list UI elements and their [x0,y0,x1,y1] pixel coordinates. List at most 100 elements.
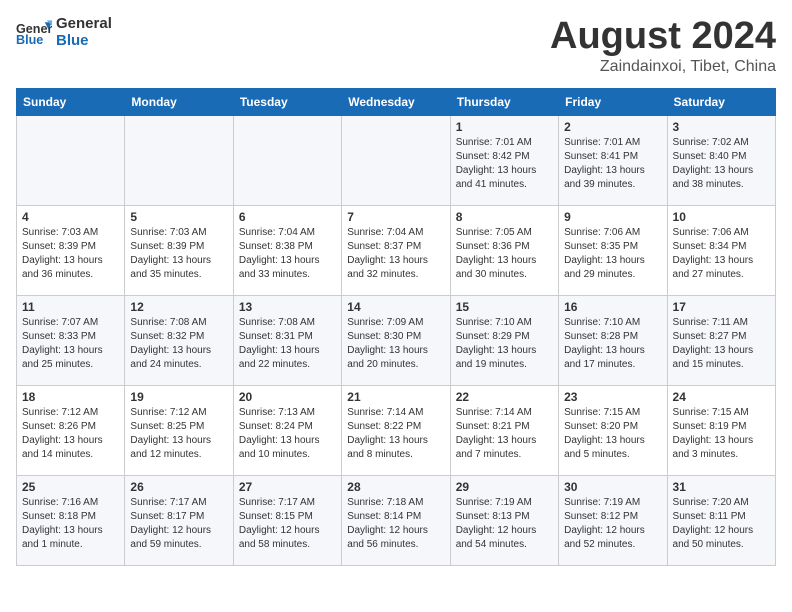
day-info: Sunrise: 7:05 AM Sunset: 8:36 PM Dayligh… [456,226,553,282]
day-info: Sunrise: 7:17 AM Sunset: 8:15 PM Dayligh… [239,496,336,552]
day-number: 16 [564,300,661,314]
calendar-cell: 27Sunrise: 7:17 AM Sunset: 8:15 PM Dayli… [233,475,341,565]
day-number: 24 [673,390,770,404]
day-info: Sunrise: 7:10 AM Sunset: 8:29 PM Dayligh… [456,316,553,372]
weekday-header-saturday: Saturday [667,88,775,115]
day-info: Sunrise: 7:03 AM Sunset: 8:39 PM Dayligh… [22,226,119,282]
calendar-cell: 12Sunrise: 7:08 AM Sunset: 8:32 PM Dayli… [125,295,233,385]
calendar-cell: 19 Sunrise: 7:12 AM Sunset: 8:25 PM Dayli… [125,385,233,475]
calendar-cell: 9 Sunrise: 7:06 AM Sunset: 8:35 PM Daylig… [559,205,667,295]
day-number: 20 [239,390,336,404]
calendar-cell: 5Sunrise: 7:03 AM Sunset: 8:39 PM Daylig… [125,205,233,295]
day-info: Sunrise: 7:02 AM Sunset: 8:40 PM Dayligh… [673,136,770,192]
calendar-cell: 22 Sunrise: 7:14 AM Sunset: 8:21 PM Dayli… [450,385,558,475]
calendar-cell: 10 Sunrise: 7:06 AM Sunset: 8:34 PM Dayli… [667,205,775,295]
day-info: Sunrise: 7:17 AM Sunset: 8:17 PM Dayligh… [130,496,227,552]
day-number: 11 [22,300,119,314]
calendar-cell: 26 Sunrise: 7:17 AM Sunset: 8:17 PM Dayli… [125,475,233,565]
calendar-cell: 21 Sunrise: 7:14 AM Sunset: 8:22 PM Dayli… [342,385,450,475]
day-number: 14 [347,300,444,314]
calendar-title: August 2024 [550,16,776,58]
day-number: 1 [456,120,553,134]
calendar-cell: 28Sunrise: 7:18 AM Sunset: 8:14 PM Dayli… [342,475,450,565]
calendar-cell: 30 Sunrise: 7:19 AM Sunset: 8:12 PM Dayli… [559,475,667,565]
day-info: Sunrise: 7:11 AM Sunset: 8:27 PM Dayligh… [673,316,770,372]
day-info: Sunrise: 7:15 AM Sunset: 8:20 PM Dayligh… [564,406,661,462]
day-number: 7 [347,210,444,224]
page-header: General Blue General Blue August 2024 Za… [16,16,776,76]
day-number: 6 [239,210,336,224]
calendar-cell [233,115,341,205]
day-number: 22 [456,390,553,404]
calendar-cell [125,115,233,205]
calendar-cell: 6Sunrise: 7:04 AM Sunset: 8:38 PM Daylig… [233,205,341,295]
calendar-cell: 25 Sunrise: 7:16 AM Sunset: 8:18 PM Dayli… [17,475,125,565]
day-number: 17 [673,300,770,314]
day-number: 25 [22,480,119,494]
day-number: 31 [673,480,770,494]
title-block: August 2024 Zaindainxoi, Tibet, China [550,16,776,76]
day-info: Sunrise: 7:14 AM Sunset: 8:22 PM Dayligh… [347,406,444,462]
day-info: Sunrise: 7:18 AM Sunset: 8:14 PM Dayligh… [347,496,444,552]
logo-line2: Blue [56,33,112,50]
day-info: Sunrise: 7:06 AM Sunset: 8:35 PM Dayligh… [564,226,661,282]
logo-icon: General Blue [16,18,52,48]
day-number: 8 [456,210,553,224]
day-number: 9 [564,210,661,224]
calendar-subtitle: Zaindainxoi, Tibet, China [550,58,776,76]
weekday-header-tuesday: Tuesday [233,88,341,115]
day-info: Sunrise: 7:13 AM Sunset: 8:24 PM Dayligh… [239,406,336,462]
calendar-cell: 2 Sunrise: 7:01 AM Sunset: 8:41 PM Daylig… [559,115,667,205]
calendar-cell [342,115,450,205]
calendar-cell: 17 Sunrise: 7:11 AM Sunset: 8:27 PM Dayli… [667,295,775,385]
day-info: Sunrise: 7:03 AM Sunset: 8:39 PM Dayligh… [130,226,227,282]
day-info: Sunrise: 7:15 AM Sunset: 8:19 PM Dayligh… [673,406,770,462]
day-info: Sunrise: 7:16 AM Sunset: 8:18 PM Dayligh… [22,496,119,552]
calendar-cell: 18 Sunrise: 7:12 AM Sunset: 8:26 PM Dayli… [17,385,125,475]
calendar-cell: 31Sunrise: 7:20 AM Sunset: 8:11 PM Dayli… [667,475,775,565]
day-info: Sunrise: 7:04 AM Sunset: 8:37 PM Dayligh… [347,226,444,282]
day-info: Sunrise: 7:06 AM Sunset: 8:34 PM Dayligh… [673,226,770,282]
calendar-cell: 29 Sunrise: 7:19 AM Sunset: 8:13 PM Dayli… [450,475,558,565]
calendar-cell: 3 Sunrise: 7:02 AM Sunset: 8:40 PM Daylig… [667,115,775,205]
calendar-cell: 16Sunrise: 7:10 AM Sunset: 8:28 PM Dayli… [559,295,667,385]
day-number: 30 [564,480,661,494]
calendar-cell: 23 Sunrise: 7:15 AM Sunset: 8:20 PM Dayli… [559,385,667,475]
svg-text:Blue: Blue [16,32,43,46]
day-info: Sunrise: 7:12 AM Sunset: 8:26 PM Dayligh… [22,406,119,462]
calendar-cell [17,115,125,205]
day-info: Sunrise: 7:08 AM Sunset: 8:32 PM Dayligh… [130,316,227,372]
day-info: Sunrise: 7:09 AM Sunset: 8:30 PM Dayligh… [347,316,444,372]
calendar-cell: 24 Sunrise: 7:15 AM Sunset: 8:19 PM Dayli… [667,385,775,475]
weekday-header-sunday: Sunday [17,88,125,115]
day-info: Sunrise: 7:01 AM Sunset: 8:41 PM Dayligh… [564,136,661,192]
calendar-cell: 14 Sunrise: 7:09 AM Sunset: 8:30 PM Dayli… [342,295,450,385]
day-number: 10 [673,210,770,224]
day-number: 3 [673,120,770,134]
day-number: 13 [239,300,336,314]
day-info: Sunrise: 7:12 AM Sunset: 8:25 PM Dayligh… [130,406,227,462]
day-number: 26 [130,480,227,494]
day-info: Sunrise: 7:14 AM Sunset: 8:21 PM Dayligh… [456,406,553,462]
calendar-cell: 15Sunrise: 7:10 AM Sunset: 8:29 PM Dayli… [450,295,558,385]
day-info: Sunrise: 7:01 AM Sunset: 8:42 PM Dayligh… [456,136,553,192]
day-info: Sunrise: 7:07 AM Sunset: 8:33 PM Dayligh… [22,316,119,372]
calendar-cell: 11 Sunrise: 7:07 AM Sunset: 8:33 PM Dayli… [17,295,125,385]
day-info: Sunrise: 7:19 AM Sunset: 8:12 PM Dayligh… [564,496,661,552]
day-number: 23 [564,390,661,404]
weekday-header-friday: Friday [559,88,667,115]
day-number: 21 [347,390,444,404]
day-number: 19 [130,390,227,404]
weekday-header-thursday: Thursday [450,88,558,115]
calendar-table: SundayMondayTuesdayWednesdayThursdayFrid… [16,88,776,566]
weekday-header-wednesday: Wednesday [342,88,450,115]
logo-line1: General [56,16,112,33]
day-number: 29 [456,480,553,494]
calendar-cell: 4 Sunrise: 7:03 AM Sunset: 8:39 PM Daylig… [17,205,125,295]
logo: General Blue General Blue [16,16,112,49]
day-number: 4 [22,210,119,224]
day-number: 2 [564,120,661,134]
day-info: Sunrise: 7:19 AM Sunset: 8:13 PM Dayligh… [456,496,553,552]
day-number: 18 [22,390,119,404]
calendar-cell: 8 Sunrise: 7:05 AM Sunset: 8:36 PM Daylig… [450,205,558,295]
